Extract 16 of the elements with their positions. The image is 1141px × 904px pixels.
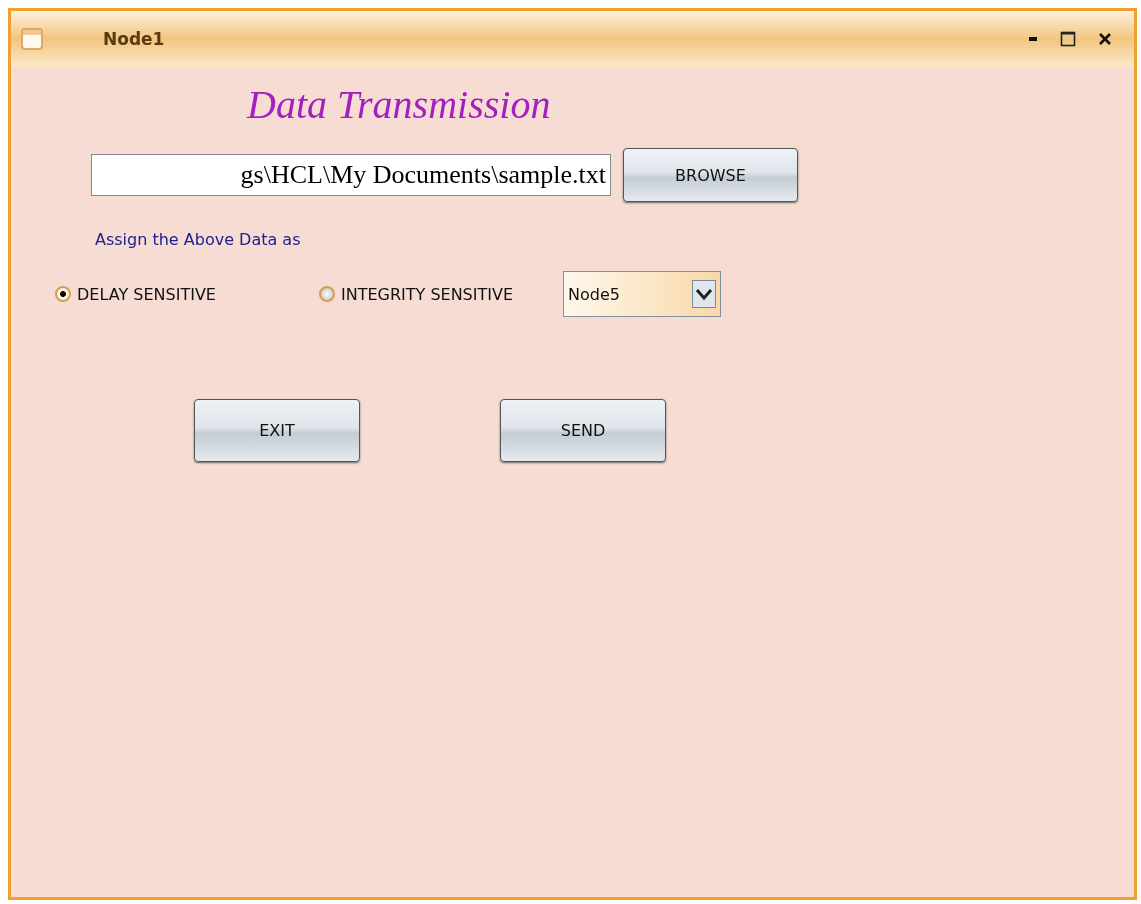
window-title: Node1: [103, 29, 165, 49]
action-button[interactable]: EXIT: [194, 399, 360, 462]
maximize-icon[interactable]: [1060, 31, 1076, 47]
radio-button[interactable]: [318, 286, 335, 302]
file-path-field[interactable]: gs\HCL\My Documents\sample.txt: [91, 154, 611, 196]
radio-label[interactable]: DELAY SENSITIVE: [77, 284, 216, 304]
radio-button[interactable]: [55, 286, 71, 302]
assign-label: Assign the Above Data as: [95, 230, 302, 249]
minimize-icon[interactable]: [1028, 36, 1038, 42]
heading: Data Transmission: [247, 81, 552, 128]
node-dropdown[interactable]: Node5: [563, 271, 722, 317]
window-icon: [21, 28, 43, 50]
radio-label[interactable]: INTEGRITY SENSITIVE: [340, 284, 514, 304]
action-button[interactable]: SEND: [500, 399, 666, 462]
close-icon[interactable]: [1098, 32, 1112, 46]
browse-button[interactable]: BROWSE: [623, 148, 798, 202]
